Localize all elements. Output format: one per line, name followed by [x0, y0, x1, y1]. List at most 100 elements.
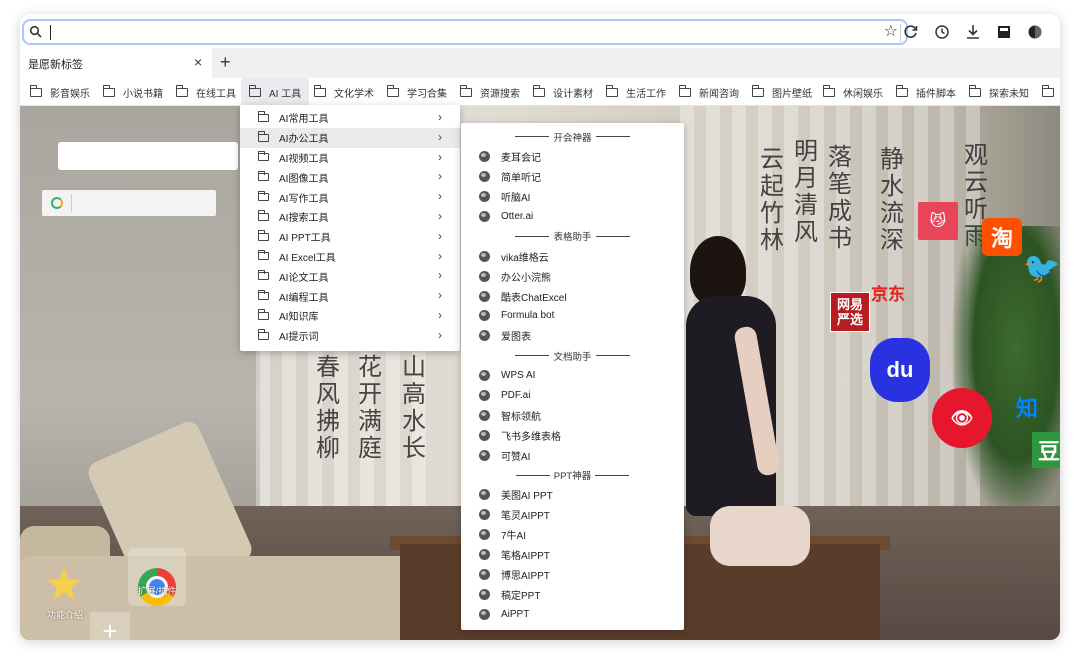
folder-icon: [248, 85, 261, 97]
menu-item-ai-paper[interactable]: AI论文工具 ›: [240, 266, 460, 286]
bookmark-folder[interactable]: 小说书籍: [102, 78, 163, 106]
folder-icon: [257, 111, 269, 122]
bookmark-folder[interactable]: 新闻咨询: [678, 78, 739, 106]
chevron-right-icon: ›: [438, 307, 442, 322]
tab-strip: 是愿新标签 × +: [20, 48, 1060, 78]
bookmark-link[interactable]: 智标领航: [461, 405, 684, 425]
folder-icon: [257, 170, 269, 182]
bookmark-star-icon[interactable]: ☆: [884, 22, 898, 42]
bookmark-link[interactable]: Formula bot: [461, 306, 684, 326]
douban-icon[interactable]: 豆: [1032, 432, 1060, 468]
menu-item-ai-office[interactable]: AI办公工具 ›: [240, 127, 460, 148]
bookmark-folder[interactable]: 资源搜索: [459, 78, 520, 106]
menu-item-ai-image[interactable]: AI图像工具 ›: [240, 167, 460, 187]
bookmark-link[interactable]: 可赞AI: [461, 445, 684, 465]
menu-item-ai-prompts[interactable]: AI提示词 ›: [240, 326, 460, 346]
globe-icon: [479, 250, 490, 262]
bookmark-link[interactable]: 酷表ChatExcel: [461, 286, 684, 306]
reload-icon[interactable]: [902, 23, 920, 41]
folder-icon: [822, 85, 835, 97]
menu-item-ai-video[interactable]: AI视频工具 ›: [240, 148, 460, 168]
jd-icon[interactable]: 京东: [866, 280, 910, 304]
chevron-right-icon: ›: [438, 208, 442, 223]
bookmark-folder[interactable]: 文化学术: [313, 78, 374, 106]
menu-item-ai-ppt[interactable]: AI PPT工具 ›: [240, 227, 460, 247]
wallpaper-calligraphy: 落笔成书: [828, 143, 852, 252]
menu-item-ai-writing[interactable]: AI写作工具 ›: [240, 187, 460, 207]
bookmark-link[interactable]: AiPPT: [461, 604, 684, 624]
folder-icon: [751, 85, 764, 97]
bookmark-folder[interactable]: 生活工作: [605, 78, 666, 106]
star-icon[interactable]: ★: [42, 561, 86, 607]
zhihu-icon[interactable]: 知: [1010, 392, 1044, 422]
bookmark-link[interactable]: 爱图表: [461, 326, 684, 346]
globe-icon: [479, 310, 490, 322]
bookmark-folder[interactable]: 图片壁纸: [751, 78, 812, 106]
bookmark-folder[interactable]: 插件脚本: [895, 78, 956, 106]
bookmark-link[interactable]: 7牛AI: [461, 525, 684, 545]
folder-icon: [532, 85, 545, 97]
bookmark-link[interactable]: 博思AIPPT: [461, 565, 684, 585]
history-icon[interactable]: [933, 23, 951, 41]
weibo-icon[interactable]: 👁: [932, 388, 992, 448]
bird-logo-icon[interactable]: 🐦: [1023, 250, 1060, 286]
add-tile-button[interactable]: +: [90, 612, 130, 640]
new-tab-button[interactable]: +: [220, 52, 231, 72]
bookmark-link[interactable]: 稿定PPT: [461, 584, 684, 604]
menu-item-ai-common[interactable]: AI常用工具 ›: [240, 108, 460, 128]
chevron-right-icon: ›: [438, 189, 442, 204]
search-widget[interactable]: [58, 142, 238, 170]
extension-icon[interactable]: [995, 23, 1013, 41]
globe-icon: [479, 429, 490, 441]
address-bar[interactable]: ☆: [22, 19, 908, 45]
bookmark-link[interactable]: 飞书多维表格: [461, 425, 684, 445]
bookmark-folder[interactable]: 休闲娱乐: [822, 78, 883, 106]
bookmark-link[interactable]: 办公小浣熊: [461, 266, 684, 286]
download-icon[interactable]: [964, 23, 982, 41]
menu-item-ai-excel[interactable]: AI Excel工具 ›: [240, 247, 460, 267]
section-header: 表格助手: [461, 226, 684, 246]
bookmark-folder[interactable]: 设计素材: [532, 78, 593, 106]
bookmark-link[interactable]: 听脑AI: [461, 187, 684, 207]
bookmark-folder-overflow[interactable]: [1041, 78, 1060, 106]
bookmark-folder[interactable]: 影音娱乐: [29, 78, 90, 106]
bookmark-link[interactable]: 美图AI PPT: [461, 485, 684, 505]
bookmark-link[interactable]: WPS AI: [461, 366, 684, 386]
bookmark-folder-ai-tools[interactable]: AI 工具: [241, 78, 310, 106]
wallpaper-calligraphy: 明月清风: [794, 137, 818, 246]
taobao-icon[interactable]: 淘: [982, 218, 1022, 256]
folder-icon: [678, 85, 691, 97]
bookmark-link[interactable]: 麦耳会记: [461, 147, 684, 167]
tab-new-tab[interactable]: 是愿新标签 ×: [20, 48, 212, 78]
section-header: 文档助手: [461, 346, 684, 366]
chevron-right-icon: ›: [438, 110, 442, 124]
bookmark-link[interactable]: 简单听记: [461, 167, 684, 187]
bookmark-link[interactable]: 笔灵AIPPT: [461, 505, 684, 525]
folder-icon: [459, 85, 472, 97]
close-tab-icon[interactable]: ×: [194, 54, 202, 70]
profile-icon[interactable]: [1026, 23, 1044, 41]
section-header: PPT神器: [461, 465, 684, 485]
extensions-tile[interactable]: [128, 548, 186, 606]
baidu-icon[interactable]: du: [870, 338, 930, 402]
globe-icon: [479, 409, 490, 421]
menu-item-ai-search[interactable]: AI搜索工具 ›: [240, 207, 460, 227]
bookmark-folder[interactable]: 探索未知: [968, 78, 1029, 106]
menu-item-ai-knowledge[interactable]: AI知识库 ›: [240, 306, 460, 326]
bookmark-link[interactable]: PDF.ai: [461, 386, 684, 406]
tab-title: 是愿新标签: [28, 59, 83, 71]
menu-item-ai-coding[interactable]: AI编程工具 ›: [240, 286, 460, 306]
bookmark-folder[interactable]: 在线工具: [175, 78, 236, 106]
mini-search-widget[interactable]: [42, 190, 216, 216]
folder-icon: [968, 85, 981, 97]
wangyi-yanxuan-icon[interactable]: 网易严选: [830, 292, 870, 332]
globe-icon: [479, 211, 490, 222]
bookmark-link[interactable]: 笔格AIPPT: [461, 545, 684, 565]
chevron-right-icon: ›: [438, 149, 442, 164]
bookmark-link[interactable]: vika维格云: [461, 246, 684, 266]
bookmark-folder[interactable]: 学习合集: [386, 78, 447, 106]
tmall-icon[interactable]: 😼: [918, 202, 958, 240]
globe-icon: [479, 370, 490, 382]
toolbar: ☆: [20, 14, 1060, 48]
bookmark-link[interactable]: Otter.ai: [461, 207, 684, 227]
